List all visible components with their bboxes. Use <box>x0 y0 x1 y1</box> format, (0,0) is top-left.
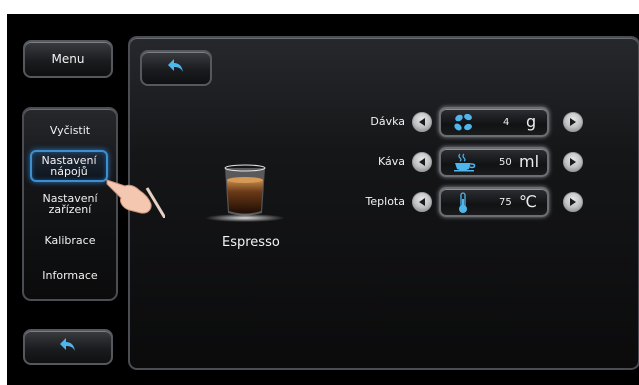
param-row-kava: Káva 50 ml <box>355 145 595 179</box>
param-label: Káva <box>377 155 405 168</box>
sidebar-item-vycistit[interactable]: Vyčistit <box>24 125 116 136</box>
pointing-hand-icon <box>105 168 167 219</box>
sidebar-panel: Vyčistit Nastavení nápojů Nastavení zaří… <box>22 107 118 301</box>
sidebar-item-nastaveni-napoju[interactable]: Nastavení nápojů <box>30 150 108 182</box>
sidebar-item-label: Vyčistit <box>49 124 91 137</box>
triangle-left-icon <box>419 198 425 206</box>
triangle-left-icon <box>419 118 425 126</box>
back-button[interactable] <box>140 50 212 86</box>
back-arrow-icon <box>58 336 78 358</box>
coffee-beans-icon <box>453 113 475 137</box>
param-label: Dávka <box>370 115 405 128</box>
value-box: 50 ml <box>439 147 549 177</box>
triangle-right-icon <box>570 198 576 206</box>
drink-name: Espresso <box>222 235 280 250</box>
param-label: Teplota <box>365 195 405 208</box>
triangle-left-icon <box>419 158 425 166</box>
sidebar-item-label: Informace <box>42 269 98 282</box>
back-arrow-icon <box>166 57 186 79</box>
sidebar-back-button[interactable] <box>23 329 113 365</box>
sidebar-item-label: Kalibrace <box>44 234 96 247</box>
param-unit: ℃ <box>519 192 537 211</box>
sidebar-item-label-line2: zařízení <box>48 203 92 216</box>
sidebar-item-nastaveni-zarizeni[interactable]: Nastavení zařízení <box>24 193 116 215</box>
param-row-davka: Dávka 4 g <box>355 105 595 139</box>
increase-button[interactable] <box>563 112 583 132</box>
triangle-right-icon <box>570 118 576 126</box>
decrease-button[interactable] <box>412 112 432 132</box>
param-value: 50 <box>499 157 512 168</box>
value-box: 75 ℃ <box>439 187 549 217</box>
menu-button[interactable]: Menu <box>23 40 113 78</box>
increase-button[interactable] <box>563 192 583 212</box>
sidebar-item-label-line2: nápojů <box>50 165 88 178</box>
increase-button[interactable] <box>563 152 583 172</box>
sidebar-item-informace[interactable]: Informace <box>24 270 116 281</box>
param-unit: ml <box>519 152 540 171</box>
coffee-machine-screen: Menu Vyčistit Nastavení nápojů Nastavení… <box>7 14 639 385</box>
param-value: 75 <box>499 197 512 208</box>
param-value: 4 <box>503 117 510 128</box>
menu-button-label: Menu <box>51 52 85 66</box>
espresso-cup-image <box>200 158 290 228</box>
coffee-cup-icon <box>453 153 477 177</box>
main-panel: Espresso Dávka 4 g Káva 50 ml Teplota 75… <box>106 36 639 370</box>
decrease-button[interactable] <box>412 192 432 212</box>
decrease-button[interactable] <box>412 152 432 172</box>
thermometer-icon <box>457 192 469 218</box>
triangle-right-icon <box>570 158 576 166</box>
param-unit: g <box>526 112 537 131</box>
value-box: 4 g <box>439 107 549 137</box>
param-row-teplota: Teplota 75 ℃ <box>355 185 595 219</box>
sidebar-item-kalibrace[interactable]: Kalibrace <box>24 235 116 246</box>
